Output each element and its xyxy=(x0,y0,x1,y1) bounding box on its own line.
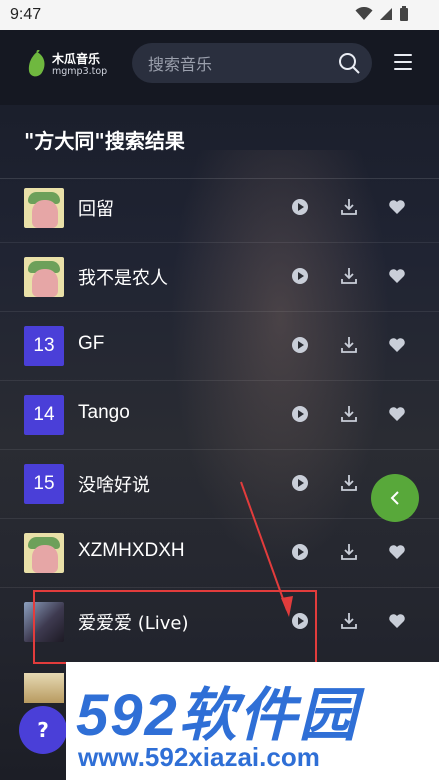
watermark-title: 592软件园 xyxy=(76,683,359,748)
watermark-url: www.592xiazai.com xyxy=(78,742,320,772)
wifi-icon xyxy=(355,7,373,20)
watermark: 592软件园 www.592xiazai.com xyxy=(66,662,439,780)
status-bar: 9:47 xyxy=(0,0,439,30)
status-time: 9:47 xyxy=(10,6,42,23)
app-screen: 木瓜音乐 mgmp3.top "方大同"搜索结果 回留 我不是农人 13 GF xyxy=(0,30,439,780)
battery-icon xyxy=(400,6,408,21)
signal-icon xyxy=(380,8,392,20)
status-icons xyxy=(355,6,409,22)
